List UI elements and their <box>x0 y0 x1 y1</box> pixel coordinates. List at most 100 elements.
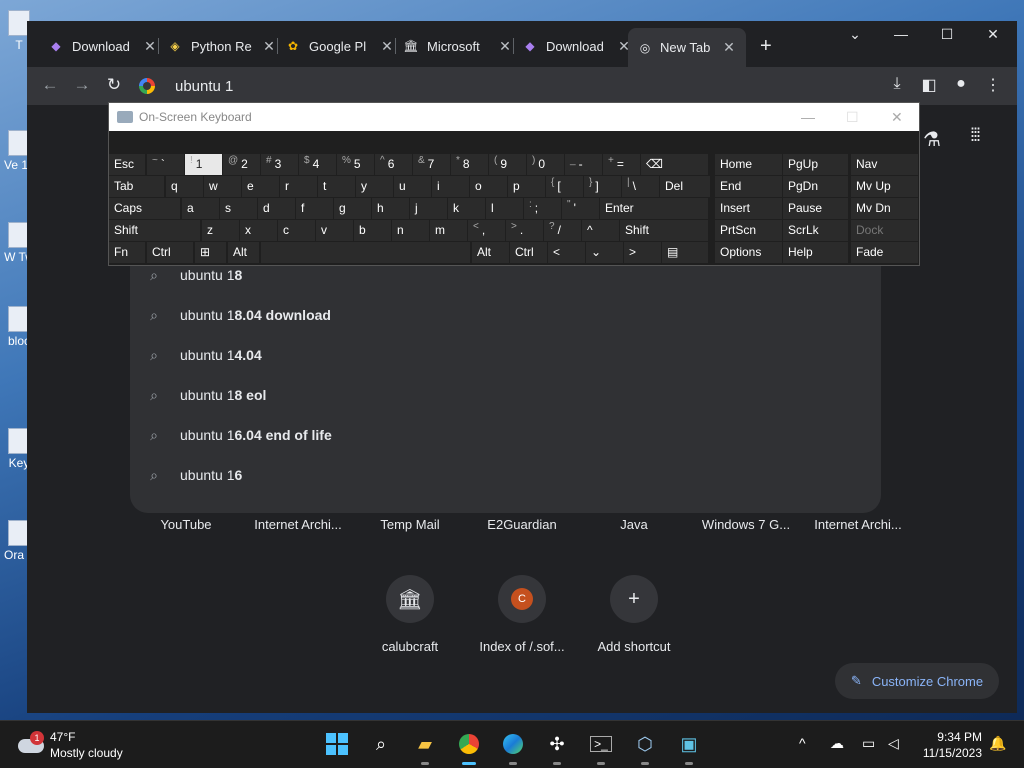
clock-date[interactable]: 11/15/2023 <box>920 746 982 760</box>
maximize-button[interactable]: ☐ <box>935 26 959 43</box>
shortcut-temp-mail[interactable]: Temp Mail <box>354 517 466 532</box>
osk-key[interactable]: End <box>715 176 782 197</box>
app-button-2[interactable]: ▣ <box>676 731 702 765</box>
suggestion-item[interactable]: ⌕ ubuntu 18 eol <box>130 375 881 415</box>
volume-icon[interactable]: ◁ <box>888 735 899 752</box>
chrome-taskbar-button[interactable] <box>456 731 482 765</box>
osk-key[interactable]: w <box>204 176 241 197</box>
osk-key[interactable]: t <box>318 176 355 197</box>
osk-key[interactable]: % 5 <box>337 154 374 175</box>
app-button[interactable]: ✣ <box>544 731 570 765</box>
shortcut-calubcraft[interactable]: 🏛 calubcraft <box>354 575 466 654</box>
osk-key[interactable]: Pause <box>783 198 848 219</box>
profile-icon[interactable]: ● <box>950 75 972 93</box>
osk-key[interactable]: Shift <box>620 220 708 241</box>
osk-key[interactable]: " ' <box>562 198 599 219</box>
osk-key[interactable]: v <box>316 220 353 241</box>
new-tab-button[interactable]: + <box>760 35 772 58</box>
tab-download-1[interactable]: ◆ Download ✕ <box>48 34 158 58</box>
close-icon[interactable]: ✕ <box>142 38 158 55</box>
tab-new-tab[interactable]: ◎ New Tab ✕ <box>628 28 746 67</box>
reload-icon[interactable]: ↻ <box>103 75 125 95</box>
osk-key[interactable]: ⌄ <box>586 242 623 263</box>
close-icon[interactable]: ✕ <box>379 38 395 55</box>
osk-key[interactable]: _ - <box>565 154 602 175</box>
osk-key[interactable]: i <box>432 176 469 197</box>
osk-key[interactable]: Home <box>715 154 782 175</box>
close-window-button[interactable]: ✕ <box>981 26 1005 43</box>
osk-key[interactable]: p <box>508 176 545 197</box>
osk-key[interactable]: }] <box>584 176 621 197</box>
osk-key[interactable]: Tab <box>109 176 164 197</box>
osk-key[interactable]: Dock <box>851 220 918 241</box>
osk-key[interactable]: o <box>470 176 507 197</box>
osk-key[interactable]: @2 <box>223 154 260 175</box>
osk-key[interactable]: s <box>220 198 257 219</box>
osk-key[interactable]: Ctrl <box>510 242 547 263</box>
shortcut-index-of[interactable]: C Index of /.sof... <box>466 575 578 654</box>
bell-icon[interactable]: 🔔 <box>989 735 1006 752</box>
osk-key[interactable]: :; <box>524 198 561 219</box>
osk-key[interactable]: Options <box>715 242 782 263</box>
suggestion-item[interactable]: ⌕ ubuntu 16.04 end of life <box>130 415 881 455</box>
suggestion-item[interactable]: ⌕ ubuntu 16 <box>130 455 881 495</box>
osk-key[interactable]: Fade <box>851 242 918 263</box>
osk-key[interactable]: g <box>334 198 371 219</box>
customize-chrome-button[interactable]: ✎ Customize Chrome <box>835 663 999 699</box>
shortcut-windows-7[interactable]: Windows 7 G... <box>690 517 802 532</box>
download-icon[interactable]: ⤓ <box>886 75 908 93</box>
osk-close-button[interactable]: ✕ <box>891 109 903 126</box>
close-icon[interactable]: ✕ <box>261 38 277 55</box>
osk-key[interactable]: Caps <box>109 198 180 219</box>
osk-key[interactable]: >. <box>506 220 543 241</box>
menu-icon[interactable]: ⋮ <box>982 75 1004 95</box>
search-button[interactable]: ⌕ <box>368 731 394 757</box>
tab-download-2[interactable]: ◆ Download ✕ <box>522 34 632 58</box>
osk-key[interactable]: #3 <box>261 154 298 175</box>
osk-key[interactable]: j <box>410 198 447 219</box>
osk-key[interactable] <box>261 242 470 263</box>
osk-key[interactable]: x <box>240 220 277 241</box>
omnibox-input[interactable]: ubuntu 1 <box>175 78 233 95</box>
osk-key[interactable]: r <box>280 176 317 197</box>
osk-key[interactable]: Shift <box>109 220 200 241</box>
osk-key[interactable]: ScrLk <box>783 220 848 241</box>
osk-key[interactable]: ▤ <box>662 242 708 263</box>
osk-key[interactable]: PrtScn <box>715 220 782 241</box>
weather-widget[interactable]: 1 <box>18 731 44 755</box>
osk-minimize-button[interactable]: — <box>801 109 815 125</box>
osk-key[interactable]: z <box>202 220 239 241</box>
shortcut-internet-archive-2[interactable]: Internet Archi... <box>802 517 914 532</box>
suggestion-item[interactable]: ⌕ ubuntu 14.04 <box>130 335 881 375</box>
shortcut-internet-archive[interactable]: Internet Archi... <box>242 517 354 532</box>
virtualbox-button[interactable]: ⬡ <box>632 731 658 765</box>
shortcut-e2guardian[interactable]: E2Guardian <box>466 517 578 532</box>
osk-key[interactable]: < <box>548 242 585 263</box>
osk-key[interactable]: & 7 <box>413 154 450 175</box>
osk-key[interactable]: q <box>166 176 203 197</box>
osk-key[interactable]: ~ ` <box>147 154 184 175</box>
shortcut-java[interactable]: Java <box>578 517 690 532</box>
forward-icon[interactable]: → <box>71 75 93 95</box>
edge-button[interactable] <box>500 731 526 765</box>
osk-key[interactable]: + = <box>603 154 640 175</box>
osk-key[interactable]: Mv Dn <box>851 198 918 219</box>
osk-key[interactable]: $4 <box>299 154 336 175</box>
minimize-button[interactable]: — <box>889 26 913 42</box>
shortcut-youtube[interactable]: YouTube <box>130 517 242 532</box>
osk-key[interactable]: k <box>448 198 485 219</box>
osk-key[interactable]: c <box>278 220 315 241</box>
close-icon[interactable]: ✕ <box>722 39 736 56</box>
osk-key[interactable]: ? / <box>544 220 581 241</box>
suggestion-item[interactable]: ⌕ ubuntu 18.04 download <box>130 295 881 335</box>
osk-key[interactable]: e <box>242 176 279 197</box>
onedrive-icon[interactable]: ☁ <box>830 735 844 752</box>
osk-key[interactable]: (9 <box>489 154 526 175</box>
osk-key[interactable]: b <box>354 220 391 241</box>
osk-key[interactable]: <, <box>468 220 505 241</box>
osk-key[interactable]: Help <box>783 242 848 263</box>
network-icon[interactable]: ▭ <box>862 735 875 752</box>
osk-key[interactable]: u <box>394 176 431 197</box>
labs-icon[interactable]: ⚗ <box>923 127 941 152</box>
osk-key[interactable]: Alt <box>472 242 509 263</box>
